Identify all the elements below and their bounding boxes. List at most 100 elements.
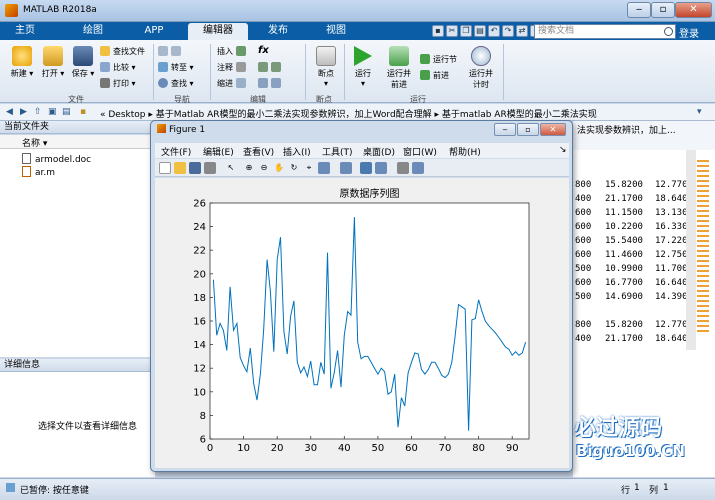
show-tools-icon[interactable]: [412, 162, 424, 174]
command-output-value: 14.6900: [605, 292, 643, 302]
file-item[interactable]: ar.m: [22, 166, 55, 178]
indent-toggle-button[interactable]: [258, 78, 284, 88]
title-bar: MATLAB R2018a ‒ ▫ ✕: [0, 0, 715, 22]
hide-tools-icon[interactable]: [397, 162, 409, 174]
pan-icon[interactable]: ✋: [273, 162, 285, 174]
command-output-value: 21.1700: [605, 194, 643, 204]
command-output-value: 11.4600: [605, 250, 643, 260]
figure-canvas: 原数据序列图 0 10 20 30 40 50 60 70 80 90 6 8 10 12 14 16 18 2…: [155, 178, 569, 468]
menu-desktop[interactable]: 桌面(D): [363, 145, 395, 158]
column-header[interactable]: 名称 ▾: [0, 135, 155, 149]
new-button[interactable]: 新建 ▾: [6, 46, 38, 79]
menu-file[interactable]: 文件(F): [161, 145, 191, 158]
insert-button[interactable]: 插入: [217, 46, 249, 57]
cut-icon[interactable]: ✂: [446, 25, 458, 37]
indent-button[interactable]: 缩进: [217, 78, 249, 89]
search-input[interactable]: 搜索文档: [534, 24, 676, 39]
redo-icon[interactable]: ↷: [502, 25, 514, 37]
address-dropdown-icon[interactable]: ▾: [697, 107, 708, 117]
fx-button[interactable]: fx: [258, 45, 269, 56]
brush-icon[interactable]: [318, 162, 330, 174]
folder-small-icon: ▪: [80, 107, 87, 117]
zoom-in-icon[interactable]: ⊕: [243, 162, 255, 174]
undo-icon[interactable]: ↶: [488, 25, 500, 37]
compare-button[interactable]: 比较 ▾: [100, 62, 136, 73]
column-name[interactable]: 名称 ▾: [22, 136, 47, 149]
separator: [305, 44, 306, 100]
back-forward-button[interactable]: [158, 46, 184, 56]
address-path[interactable]: « Desktop ▸ 基于Matlab AR模型的最小二乘法实现参数辨识，加上…: [100, 107, 597, 120]
run-button[interactable]: 运行 ▾: [350, 46, 376, 88]
run-section-button[interactable]: 运行节: [420, 54, 457, 65]
command-output-value: 600: [575, 222, 592, 232]
menu-insert[interactable]: 插入(I): [283, 145, 311, 158]
editor-marker-bar: [697, 160, 709, 335]
tab-publish[interactable]: 发布: [256, 23, 300, 40]
pointer-icon[interactable]: ↖: [225, 162, 237, 174]
scrollbar[interactable]: [686, 150, 696, 350]
goto-label: 转至: [171, 63, 187, 72]
back-icon[interactable]: ◀: [6, 107, 17, 117]
print-button[interactable]: 打印 ▾: [100, 78, 136, 89]
figure-maximize-button[interactable]: ▫: [517, 123, 539, 136]
comment-button[interactable]: 注释: [217, 62, 249, 73]
command-output-value: 14.390: [655, 292, 688, 302]
print-figure-icon[interactable]: [204, 162, 216, 174]
save-button[interactable]: 保存 ▾: [68, 46, 98, 79]
rotate-icon[interactable]: ↻: [288, 162, 300, 174]
tab-view[interactable]: 视图: [314, 23, 358, 40]
comment-toggle-button[interactable]: [258, 62, 284, 72]
legend-icon[interactable]: [375, 162, 387, 174]
paste-icon[interactable]: ▤: [474, 25, 486, 37]
tab-home[interactable]: 主页: [8, 23, 42, 40]
tab-plots[interactable]: 绘图: [76, 23, 110, 40]
command-output-value: 600: [575, 250, 592, 260]
figure-minimize-button[interactable]: ‒: [494, 123, 516, 136]
command-window-header: 法实现参数辨识，加上...: [573, 121, 715, 150]
dock-icon[interactable]: ↘: [559, 145, 567, 155]
file-item[interactable]: armodel.doc: [22, 153, 91, 165]
maximize-button[interactable]: ▫: [651, 2, 675, 18]
save-icon[interactable]: ▪: [432, 25, 444, 37]
save-figure-icon[interactable]: [189, 162, 201, 174]
up-folder-icon[interactable]: ⇧: [34, 107, 45, 117]
run-advance-button[interactable]: 运行并 前进: [384, 46, 414, 90]
data-cursor-icon[interactable]: ⌖: [303, 162, 315, 174]
colorbar-icon[interactable]: [360, 162, 372, 174]
login-link[interactable]: 登录: [679, 25, 699, 40]
command-output-value: 600: [575, 236, 592, 246]
minimize-button[interactable]: ‒: [627, 2, 651, 18]
find-button[interactable]: 查找 ▾: [158, 78, 194, 89]
open-folder-icon: [43, 46, 63, 66]
details-message: 选择文件以查看详细信息: [38, 422, 138, 432]
zoom-out-icon[interactable]: ⊖: [258, 162, 270, 174]
menu-view[interactable]: 查看(V): [243, 145, 274, 158]
run-time-button[interactable]: 运行并 计时: [466, 46, 496, 90]
open-button[interactable]: 打开 ▾: [38, 46, 68, 79]
close-button[interactable]: ✕: [675, 2, 712, 18]
breakpoint-button[interactable]: 断点 ▾: [310, 46, 342, 88]
folder-icon[interactable]: ▤: [62, 107, 73, 117]
percent-toggle-icon: [258, 62, 268, 72]
browse-folder-icon[interactable]: ▣: [48, 107, 59, 117]
switch-window-icon[interactable]: ⇄: [516, 25, 528, 37]
goto-button[interactable]: 转至 ▾: [158, 62, 194, 73]
search-icon: [664, 27, 673, 36]
menu-help[interactable]: 帮助(H): [449, 145, 481, 158]
forward-icon[interactable]: ▶: [20, 107, 31, 117]
menu-window[interactable]: 窗口(W): [403, 145, 437, 158]
link-plot-icon[interactable]: [340, 162, 352, 174]
advance-button[interactable]: 前进: [420, 70, 449, 81]
figure-close-button[interactable]: ✕: [540, 123, 566, 136]
copy-icon[interactable]: ❐: [460, 25, 472, 37]
command-window-path: 法实现参数辨识，加上...: [577, 126, 676, 136]
compare-icon: [100, 62, 110, 72]
menu-tools[interactable]: 工具(T): [322, 145, 353, 158]
find-files-button[interactable]: 查找文件: [100, 46, 145, 57]
menu-edit[interactable]: 编辑(E): [203, 145, 234, 158]
tab-apps[interactable]: APP: [134, 23, 174, 40]
open-file-icon[interactable]: [174, 162, 186, 174]
status-icon: [6, 483, 15, 492]
new-figure-icon[interactable]: [159, 162, 171, 174]
tab-editor[interactable]: 编辑器: [188, 23, 248, 40]
